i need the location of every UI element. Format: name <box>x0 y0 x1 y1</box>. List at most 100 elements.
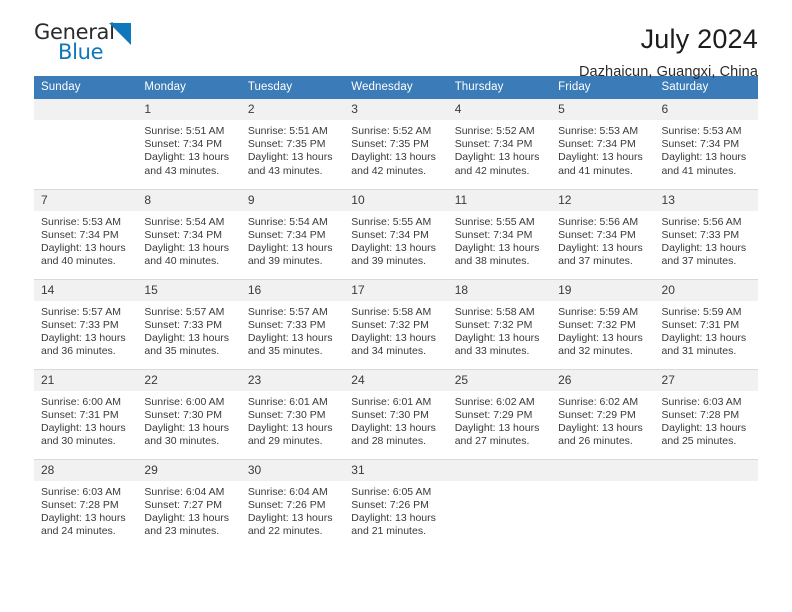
calendar-day-cell[interactable]: 30 Sunrise: 6:04 AM Sunset: 7:26 PM Dayligh… <box>240 458 345 549</box>
calendar-day-cell[interactable]: 20 Sunrise: 5:59 AM Sunset: 7:31 PM Dayligh… <box>654 278 758 369</box>
day-details: Sunrise: 6:04 AM Sunset: 7:26 PM Daylight:… <box>241 481 344 539</box>
sunset-text: Sunset: 7:30 PM <box>247 408 326 421</box>
calendar-day-cell[interactable]: 13 Sunrise: 5:56 AM Sunset: 7:33 PM Dayligh… <box>654 188 758 279</box>
sunrise-text: Sunrise: 5:59 AM <box>661 305 742 318</box>
day-details: Sunrise: 5:55 AM Sunset: 7:34 PM Daylight:… <box>344 211 447 269</box>
daylight-text-line1: Daylight: 13 hours <box>454 151 540 164</box>
calendar-day-cell[interactable]: 24 Sunrise: 6:01 AM Sunset: 7:30 PM Dayligh… <box>344 368 448 459</box>
daylight-text-line2: and 41 minutes. <box>558 164 633 177</box>
day-number: 21 <box>34 369 138 391</box>
day-number: 11 <box>447 189 552 211</box>
daylight-text-line2: and 40 minutes. <box>41 255 116 268</box>
sunrise-text: Sunrise: 5:59 AM <box>558 305 639 318</box>
day-details: Sunrise: 5:56 AM Sunset: 7:34 PM Daylight:… <box>551 211 654 269</box>
daylight-text-line2: and 39 minutes. <box>351 255 426 268</box>
sunset-text: Sunset: 7:34 PM <box>558 138 636 151</box>
day-details: Sunrise: 5:57 AM Sunset: 7:33 PM Daylight:… <box>34 301 137 359</box>
daylight-text-line1: Daylight: 13 hours <box>247 511 333 524</box>
calendar-day-cell[interactable]: 27 Sunrise: 6:03 AM Sunset: 7:28 PM Dayligh… <box>654 368 758 459</box>
calendar-day-cell[interactable]: 23 Sunrise: 6:01 AM Sunset: 7:30 PM Dayligh… <box>240 368 345 459</box>
day-details: Sunrise: 6:00 AM Sunset: 7:30 PM Daylight:… <box>137 391 240 449</box>
calendar-day-cell[interactable]: 9 Sunrise: 5:54 AM Sunset: 7:34 PM Daylight… <box>240 188 345 279</box>
day-details: Sunrise: 5:51 AM Sunset: 7:35 PM Daylight:… <box>241 120 344 178</box>
day-details: Sunrise: 6:00 AM Sunset: 7:31 PM Daylight:… <box>34 391 137 449</box>
calendar-day-cell[interactable]: 6 Sunrise: 5:53 AM Sunset: 7:34 PM Daylight… <box>654 99 758 189</box>
sunrise-text: Sunrise: 6:05 AM <box>351 485 432 498</box>
calendar-day-cell[interactable]: 22 Sunrise: 6:00 AM Sunset: 7:30 PM Dayligh… <box>137 368 241 459</box>
day-number: 15 <box>137 279 241 301</box>
calendar-day-cell[interactable]: 12 Sunrise: 5:56 AM Sunset: 7:34 PM Dayligh… <box>551 188 655 279</box>
sunset-text: Sunset: 7:26 PM <box>351 498 429 511</box>
sunset-text: Sunset: 7:29 PM <box>558 408 636 421</box>
calendar-day-cell[interactable]: 2 Sunrise: 5:51 AM Sunset: 7:35 PM Daylight… <box>240 99 345 189</box>
calendar-day-cell[interactable]: 3 Sunrise: 5:52 AM Sunset: 7:35 PM Daylight… <box>344 99 448 189</box>
daylight-text-line2: and 21 minutes. <box>351 525 426 538</box>
daylight-text-line1: Daylight: 13 hours <box>247 241 333 254</box>
calendar-day-cell[interactable]: 31 Sunrise: 6:05 AM Sunset: 7:26 PM Dayligh… <box>344 458 448 549</box>
sunset-text: Sunset: 7:33 PM <box>144 318 223 331</box>
day-number: 10 <box>344 189 448 211</box>
calendar-day-cell[interactable]: 17 Sunrise: 5:58 AM Sunset: 7:32 PM Dayligh… <box>344 278 448 369</box>
day-number: 7 <box>34 189 138 211</box>
day-number: 28 <box>34 459 138 481</box>
sunrise-text: Sunrise: 6:00 AM <box>41 395 121 408</box>
daylight-text-line2: and 33 minutes. <box>454 345 530 358</box>
sunrise-text: Sunrise: 6:02 AM <box>558 395 639 408</box>
day-details: Sunrise: 5:58 AM Sunset: 7:32 PM Daylight:… <box>344 301 447 359</box>
sunrise-text: Sunrise: 5:55 AM <box>351 215 432 228</box>
day-details: Sunrise: 5:56 AM Sunset: 7:33 PM Daylight:… <box>655 211 758 269</box>
day-details: Sunrise: 5:57 AM Sunset: 7:33 PM Daylight:… <box>137 301 240 359</box>
daylight-text-line1: Daylight: 13 hours <box>454 331 540 344</box>
calendar-day-cell[interactable]: 16 Sunrise: 5:57 AM Sunset: 7:33 PM Dayligh… <box>240 278 345 369</box>
day-number: 20 <box>654 279 758 301</box>
daylight-text-line2: and 26 minutes. <box>558 435 633 448</box>
day-details: Sunrise: 6:01 AM Sunset: 7:30 PM Daylight:… <box>344 391 447 449</box>
calendar-day-cell[interactable]: 1 Sunrise: 5:51 AM Sunset: 7:34 PM Daylight… <box>137 99 241 189</box>
calendar-day-cell[interactable]: 15 Sunrise: 5:57 AM Sunset: 7:33 PM Dayligh… <box>137 278 241 369</box>
day-details: Sunrise: 5:59 AM Sunset: 7:31 PM Daylight:… <box>655 301 758 359</box>
day-number: 4 <box>447 99 552 120</box>
calendar-day-cell[interactable]: 5 Sunrise: 5:53 AM Sunset: 7:34 PM Daylight… <box>551 99 655 189</box>
calendar-day-cell[interactable]: 11 Sunrise: 5:55 AM Sunset: 7:34 PM Dayligh… <box>447 188 552 279</box>
sunrise-text: Sunrise: 5:57 AM <box>144 305 225 318</box>
calendar-week-row: 7 Sunrise: 5:53 AM Sunset: 7:34 PM Daylight… <box>34 188 758 279</box>
daylight-text-line1: Daylight: 13 hours <box>41 331 126 344</box>
daylight-text-line1: Daylight: 13 hours <box>558 421 643 434</box>
calendar-cell-empty <box>447 458 552 549</box>
calendar-day-cell[interactable]: 4 Sunrise: 5:52 AM Sunset: 7:34 PM Daylight… <box>447 99 552 189</box>
day-number: 17 <box>344 279 448 301</box>
daylight-text-line2: and 38 minutes. <box>454 255 530 268</box>
calendar-cell-empty <box>551 458 655 549</box>
calendar-day-cell[interactable]: 7 Sunrise: 5:53 AM Sunset: 7:34 PM Daylight… <box>34 188 138 279</box>
calendar-day-cell[interactable]: 21 Sunrise: 6:00 AM Sunset: 7:31 PM Dayligh… <box>34 368 138 459</box>
day-details: Sunrise: 5:54 AM Sunset: 7:34 PM Daylight:… <box>241 211 344 269</box>
calendar-week-row: 21 Sunrise: 6:00 AM Sunset: 7:31 PM Dayligh… <box>34 368 758 459</box>
weekday-header-tuesday: Tuesday <box>240 76 345 99</box>
daylight-text-line1: Daylight: 13 hours <box>661 151 747 164</box>
sunrise-text: Sunrise: 5:53 AM <box>661 125 742 137</box>
day-details: Sunrise: 5:55 AM Sunset: 7:34 PM Daylight:… <box>448 211 551 269</box>
page-title: July 2024 <box>640 24 758 54</box>
day-number: 30 <box>240 459 345 481</box>
general-blue-logo[interactable]: General Blue <box>34 22 154 68</box>
weekday-header-sunday: Sunday <box>34 76 138 99</box>
daylight-text-line2: and 39 minutes. <box>247 255 323 268</box>
calendar-day-cell[interactable]: 28 Sunrise: 6:03 AM Sunset: 7:28 PM Dayligh… <box>34 458 138 549</box>
daylight-text-line1: Daylight: 13 hours <box>661 331 747 344</box>
day-number: 3 <box>344 99 448 120</box>
sunrise-text: Sunrise: 5:54 AM <box>144 215 225 228</box>
daylight-text-line2: and 35 minutes. <box>247 345 323 358</box>
sunrise-text: Sunrise: 6:01 AM <box>351 395 432 408</box>
calendar-day-cell[interactable]: 18 Sunrise: 5:58 AM Sunset: 7:32 PM Dayligh… <box>447 278 552 369</box>
sunrise-text: Sunrise: 5:58 AM <box>351 305 432 318</box>
calendar-day-cell[interactable]: 25 Sunrise: 6:02 AM Sunset: 7:29 PM Dayligh… <box>447 368 552 459</box>
daylight-text-line1: Daylight: 13 hours <box>41 241 126 254</box>
calendar-day-cell[interactable]: 8 Sunrise: 5:54 AM Sunset: 7:34 PM Daylight… <box>137 188 241 279</box>
calendar-day-cell[interactable]: 29 Sunrise: 6:04 AM Sunset: 7:27 PM Dayligh… <box>137 458 241 549</box>
calendar-day-cell[interactable]: 10 Sunrise: 5:55 AM Sunset: 7:34 PM Dayligh… <box>344 188 448 279</box>
calendar-day-cell[interactable]: 26 Sunrise: 6:02 AM Sunset: 7:29 PM Dayligh… <box>551 368 655 459</box>
calendar-day-cell[interactable]: 14 Sunrise: 5:57 AM Sunset: 7:33 PM Dayligh… <box>34 278 138 369</box>
calendar-day-cell[interactable]: 19 Sunrise: 5:59 AM Sunset: 7:32 PM Dayligh… <box>551 278 655 369</box>
page-header: General Blue July 2024 Dazhaicun, Guangx… <box>34 0 758 81</box>
calendar-body: 1 Sunrise: 5:51 AM Sunset: 7:34 PM Daylight… <box>34 99 758 549</box>
